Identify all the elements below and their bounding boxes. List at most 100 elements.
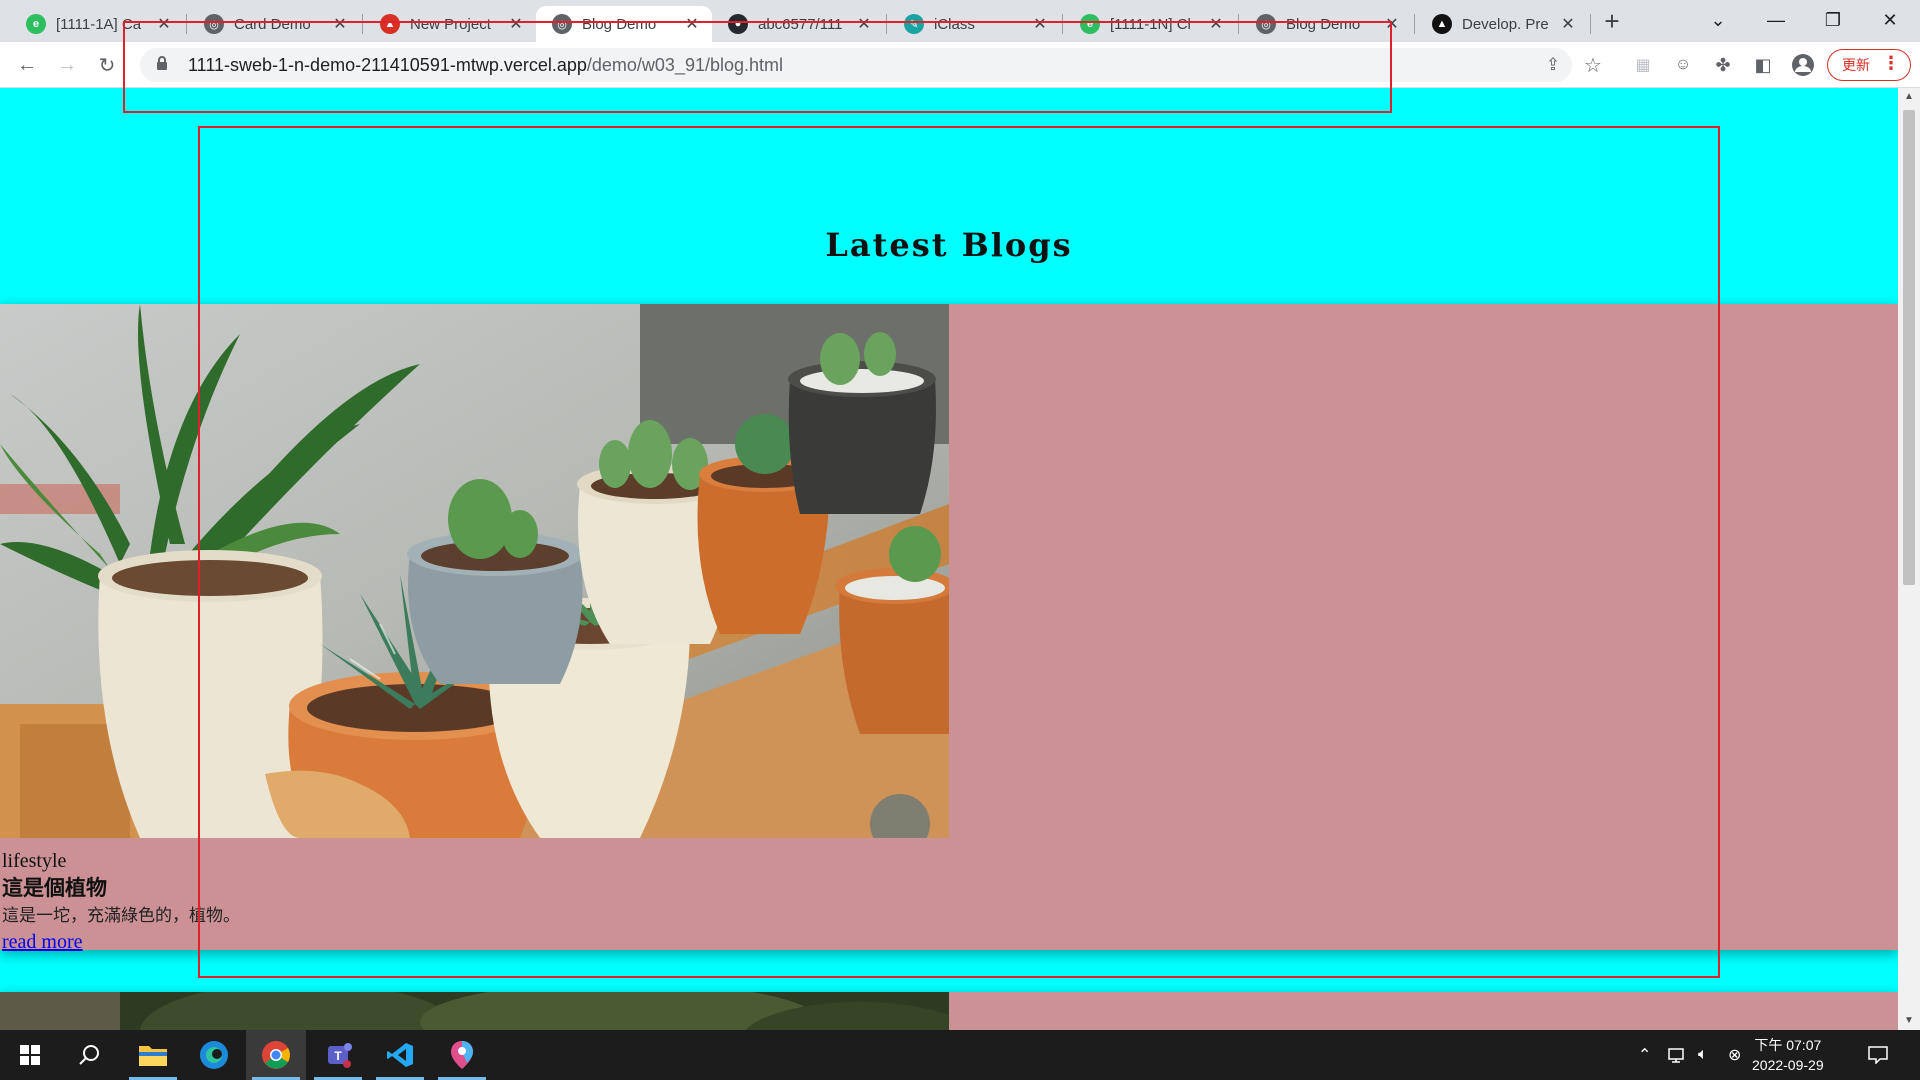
- tab-title: Blog Demo: [582, 15, 657, 33]
- close-icon[interactable]: ✕: [682, 14, 702, 34]
- blog-image-partial: [0, 992, 949, 1030]
- blog-description: 這是一坨，充滿綠色的，植物。: [2, 906, 240, 926]
- tab-blog-demo-2[interactable]: ◎ Blog Demo ✕: [1240, 6, 1412, 42]
- tab-title: New Project: [410, 15, 491, 33]
- close-icon[interactable]: ✕: [1558, 14, 1578, 34]
- globe-icon: ◎: [204, 14, 224, 34]
- scroll-up-arrow-icon[interactable]: ▲: [1898, 88, 1920, 106]
- maps-pin-icon[interactable]: [432, 1030, 492, 1080]
- action-center-icon[interactable]: [1868, 1030, 1888, 1080]
- volume-icon[interactable]: 🔈︎: [1698, 1030, 1708, 1080]
- tab-title: Develop. Pre: [1462, 15, 1549, 33]
- iclass-icon: ✎: [904, 14, 924, 34]
- vercel-icon: ▲: [1432, 14, 1452, 34]
- windows-start-icon[interactable]: [0, 1030, 60, 1080]
- close-icon[interactable]: ✕: [1382, 14, 1402, 34]
- search-icon[interactable]: [60, 1030, 120, 1080]
- share-icon[interactable]: ⇪: [1538, 50, 1568, 80]
- tab-evernote-1n[interactable]: e [1111-1N] Cl ✕: [1064, 6, 1236, 42]
- url-path: /demo/w03_91/blog.html: [586, 54, 784, 75]
- side-panel-icon[interactable]: ◧: [1748, 50, 1778, 80]
- tab-divider: [1062, 14, 1063, 34]
- tab-evernote-1a[interactable]: e [1111-1A] Ca ✕: [10, 6, 184, 42]
- close-icon[interactable]: ✕: [330, 14, 350, 34]
- network-icon[interactable]: [1668, 1030, 1688, 1080]
- vercel-icon: ▲: [380, 14, 400, 34]
- tab-title: iClass: [934, 15, 975, 33]
- blog-card-content: lifestyle 這是個植物 這是一坨，充滿綠色的，植物。 read more: [2, 848, 240, 954]
- clock-time: 下午 07:07: [1754, 1037, 1822, 1053]
- tab-search-chevron-icon[interactable]: ⌄: [1690, 0, 1746, 40]
- close-window-icon[interactable]: ✕: [1862, 0, 1918, 40]
- lock-icon[interactable]: [156, 55, 174, 76]
- blog-card: [0, 992, 1898, 1030]
- tab-divider: [362, 14, 363, 34]
- tab-title: [1111-1N] Cl: [1110, 15, 1191, 33]
- tab-divider: [1238, 14, 1239, 34]
- extension-square-icon[interactable]: ▦: [1628, 50, 1658, 80]
- blog-category: lifestyle: [2, 850, 67, 872]
- tab-title: Card Demo: [234, 15, 311, 33]
- tab-title: abc6577/111: [758, 15, 843, 33]
- tab-title: [1111-1A] Ca: [56, 15, 142, 33]
- tab-card-demo[interactable]: ◎ Card Demo ✕: [188, 6, 360, 42]
- tab-blog-demo-active[interactable]: ◎ Blog Demo ✕: [536, 6, 712, 42]
- update-label: 更新: [1842, 57, 1870, 73]
- close-icon[interactable]: ✕: [1030, 14, 1050, 34]
- browser-tab-strip: e [1111-1A] Ca ✕ ◎ Card Demo ✕ ▲ New Pro…: [0, 0, 1920, 42]
- evernote-icon: e: [26, 14, 46, 34]
- profile-avatar-icon[interactable]: [1788, 50, 1818, 80]
- browser-toolbar: ← → ↻ 1111-sweb-1-n-demo-211410591-mtwp.…: [0, 42, 1920, 88]
- file-explorer-icon[interactable]: [123, 1030, 183, 1080]
- windows-taskbar: T ⌃ 🔈︎ ⊗ 下午 07:07 2022-09-29: [0, 1030, 1920, 1080]
- clock-date: 2022-09-29: [1752, 1057, 1824, 1073]
- globe-icon: ◎: [552, 14, 572, 34]
- extension-face-icon[interactable]: ☺: [1668, 50, 1698, 80]
- taskbar-clock[interactable]: 下午 07:07 2022-09-29: [1752, 1035, 1824, 1075]
- tab-divider: [1590, 14, 1591, 34]
- update-chrome-button[interactable]: 更新 ⋮: [1827, 49, 1911, 81]
- tab-new-project[interactable]: ▲ New Project ✕: [364, 6, 536, 42]
- url-host: 1111-sweb-1-n-demo-211410591-mtwp.vercel…: [188, 54, 587, 75]
- tab-github[interactable]: ● abc6577/111 ✕: [712, 6, 884, 42]
- notification-status-icon[interactable]: ⊗: [1728, 1030, 1741, 1080]
- close-icon[interactable]: ✕: [154, 14, 174, 34]
- address-bar[interactable]: 1111-sweb-1-n-demo-211410591-mtwp.vercel…: [140, 48, 1572, 82]
- new-tab-plus-icon[interactable]: +: [1596, 6, 1628, 38]
- tab-develop-preview[interactable]: ▲ Develop. Pre ✕: [1416, 6, 1588, 42]
- tab-divider: [886, 14, 887, 34]
- tab-iclass[interactable]: ✎ iClass ✕: [888, 6, 1060, 42]
- close-icon[interactable]: ✕: [854, 14, 874, 34]
- globe-icon: ◎: [1256, 14, 1276, 34]
- blog-card: lifestyle 這是個植物 這是一坨，充滿綠色的，植物。 read more: [0, 304, 1898, 953]
- scrollbar-thumb[interactable]: [1903, 110, 1915, 585]
- teams-icon[interactable]: T: [308, 1030, 368, 1080]
- blog-image-plants: [0, 304, 949, 838]
- read-more-link[interactable]: read more: [2, 931, 83, 953]
- edge-icon[interactable]: [184, 1030, 244, 1080]
- forward-arrow-icon[interactable]: →: [52, 50, 82, 80]
- extensions-puzzle-icon[interactable]: ✤: [1708, 50, 1738, 80]
- evernote-icon: e: [1080, 14, 1100, 34]
- restore-icon[interactable]: ❐: [1805, 0, 1861, 40]
- tab-divider: [1414, 14, 1415, 34]
- minimize-icon[interactable]: —: [1748, 0, 1804, 40]
- chrome-icon[interactable]: [246, 1030, 306, 1080]
- more-menu-icon[interactable]: ⋮: [1882, 53, 1900, 74]
- reload-icon[interactable]: ↻: [92, 50, 122, 80]
- github-icon: ●: [728, 14, 748, 34]
- page-title: Latest Blogs: [825, 226, 1073, 264]
- tab-title: Blog Demo: [1286, 15, 1361, 33]
- blog-title: 這是個植物: [2, 876, 107, 900]
- svg-text:T: T: [334, 1049, 342, 1063]
- tray-chevron-up-icon[interactable]: ⌃: [1638, 1030, 1651, 1080]
- back-arrow-icon[interactable]: ←: [12, 50, 42, 80]
- close-icon[interactable]: ✕: [1206, 14, 1226, 34]
- close-icon[interactable]: ✕: [506, 14, 526, 34]
- tab-divider: [186, 14, 187, 34]
- bookmark-star-icon[interactable]: ☆: [1578, 50, 1608, 80]
- vscode-icon[interactable]: [370, 1030, 430, 1080]
- page-scrollbar[interactable]: ▲ ▼: [1898, 88, 1920, 1030]
- scroll-down-arrow-icon[interactable]: ▼: [1898, 1012, 1920, 1030]
- page-viewport: Latest Blogs lifestyle 這是個植物 這是一坨，充滿綠色的，…: [0, 88, 1898, 1030]
